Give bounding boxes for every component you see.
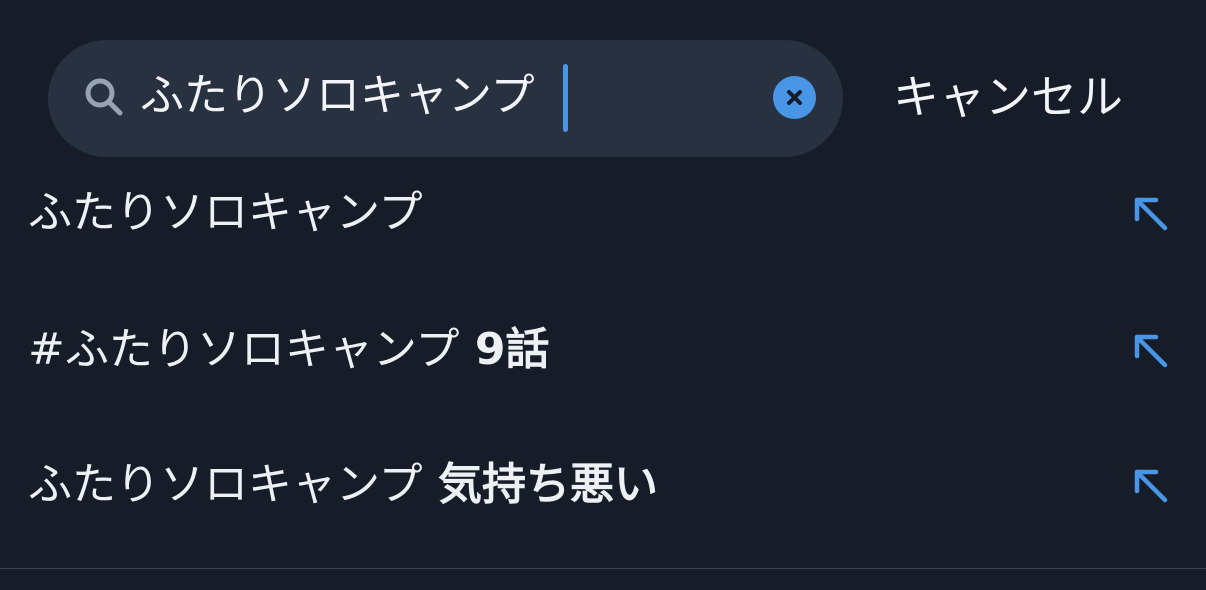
bottom-divider	[0, 568, 1206, 569]
suggestion-suffix: 気持ち悪い	[422, 459, 659, 510]
suggestion-label: #ふたりソロキャンプ 9話	[28, 318, 549, 382]
suggestion-prefix: ふたりソロキャンプ	[28, 187, 423, 238]
suggestion-label: ふたりソロキャンプ	[28, 181, 423, 245]
text-caret	[563, 64, 568, 132]
suggestion-label: ふたりソロキャンプ 気持ち悪い	[28, 453, 658, 517]
search-header: ふたりソロキャンプ キャンセル	[0, 0, 1206, 165]
suggestion-item[interactable]: #ふたりソロキャンプ 9話	[0, 295, 1206, 405]
arrow-up-left-icon[interactable]	[1128, 328, 1172, 372]
search-screen: ふたりソロキャンプ キャンセル ふたりソロキャンプ #ふたりソロキャンプ 9話	[0, 0, 1206, 590]
suggestion-item[interactable]: ふたりソロキャンプ	[0, 158, 1206, 268]
arrow-up-left-icon[interactable]	[1128, 463, 1172, 507]
suggestion-prefix: ふたりソロキャンプ	[28, 459, 423, 510]
cancel-button[interactable]: キャンセル	[893, 66, 1123, 128]
close-icon	[787, 90, 802, 105]
arrow-up-left-icon[interactable]	[1128, 191, 1172, 235]
search-input[interactable]: ふたりソロキャンプ	[140, 66, 535, 126]
suggestion-item[interactable]: ふたりソロキャンプ 気持ち悪い	[0, 430, 1206, 540]
suggestion-suffix: 9話	[459, 324, 550, 375]
clear-search-button[interactable]	[773, 76, 816, 119]
suggestion-prefix: #ふたりソロキャンプ	[28, 324, 460, 375]
search-icon	[82, 75, 126, 119]
